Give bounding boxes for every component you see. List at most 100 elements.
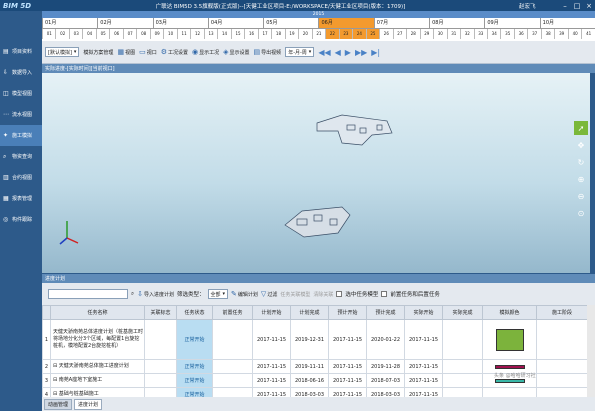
end-icon[interactable]: ▶| [371,48,380,57]
timeline-week[interactable]: 16 [244,29,257,39]
task-link-model-button[interactable]: 任务关联模型 [280,291,310,298]
column-header[interactable]: 计划开始 [252,305,291,320]
timeline-month[interactable]: 06月 [318,18,374,28]
color-cell[interactable] [482,319,537,360]
timeline-week[interactable]: 06 [109,29,122,39]
pan-icon[interactable]: ✥ [574,138,588,152]
search-input[interactable] [48,289,128,299]
column-header[interactable] [42,305,51,320]
timeline-week[interactable]: 01 [42,29,55,39]
close-icon[interactable]: × [583,0,595,11]
table-row[interactable]: 4 ⊟ 基础与桩基础施工 正常开始 2017-11-15 2018-03-03 2017-… [42,387,587,397]
timeline-week[interactable]: 18 [271,29,284,39]
export-video-button[interactable]: ▤ 导出视频 [254,48,282,56]
timeline-week[interactable]: 07 [122,29,136,39]
timeline-week[interactable]: 27 [392,29,406,39]
sidebar-item[interactable]: ▥ 合约视图 [0,167,42,188]
sidebar-item[interactable]: ✦ 施工模拟 [0,125,42,146]
timeline-month[interactable]: 01月 [42,18,97,28]
column-header[interactable]: 计划完成 [290,305,329,320]
timeline-week[interactable]: 41 [581,29,594,39]
timeline-week[interactable]: 13 [203,29,217,39]
column-header[interactable]: 模拟颜色 [482,305,537,320]
tab-schedule[interactable]: 进度计划 [74,398,103,410]
color-cell[interactable] [482,387,537,397]
filter-button[interactable]: ▽ 过滤 [261,290,277,298]
timeline-week[interactable]: 09 [149,29,163,39]
sidebar-item[interactable]: ▦ 报表管理 [0,188,42,209]
timeline-week[interactable]: 02 [55,29,68,39]
search-icon[interactable]: ⌕ [131,291,134,298]
timeline-week[interactable]: 10 [163,29,176,39]
timeline-week[interactable]: 14 [217,29,230,39]
timeline-week[interactable]: 39 [554,29,567,39]
show-work-button[interactable]: ◉ 显示工况 [192,48,219,56]
timeline-week[interactable]: 11 [176,29,190,39]
timeline-week[interactable]: 35 [500,29,513,39]
timeline-week[interactable]: 38 [540,29,554,39]
window-button[interactable]: ▭ 视口 [139,48,157,56]
timeline-week[interactable]: 28 [406,29,419,39]
timeline-week[interactable]: 37 [527,29,540,39]
select-icon[interactable]: ➚ [574,121,588,135]
column-header[interactable]: 实际完成 [442,305,483,320]
sidebar-item[interactable]: ◫ 模型视图 [0,83,42,104]
fast-forward-icon[interactable]: ▶▶ [355,48,367,57]
column-header[interactable]: 关联标志 [144,305,177,320]
3d-viewport[interactable] [42,73,590,273]
filter-type-select[interactable]: 全部 ▾ [207,289,229,299]
timeline-week[interactable]: 22 [325,29,339,39]
zoom-in-icon[interactable]: ⊕ [574,172,588,186]
timeline-week[interactable]: 12 [190,29,203,39]
tab-animation[interactable]: 动画管理 [44,398,73,410]
timeline-week[interactable]: 23 [338,29,353,39]
zoom-fit-icon[interactable]: ⊙ [574,206,588,220]
mode-select[interactable]: [默认模拟] ▾ [45,47,80,57]
check-select-task-model[interactable] [336,291,343,297]
timeline-week[interactable]: 17 [257,29,271,39]
user-name[interactable]: 赵宏飞 [519,2,559,10]
timeline-month[interactable]: 05月 [263,18,318,28]
timeline-week[interactable]: 08 [136,29,149,39]
zoom-out-icon[interactable]: ⊖ [574,189,588,203]
view-button[interactable]: ▦ 视图 [117,48,135,56]
sidebar-item[interactable]: ⌕ 物资查询 [0,146,42,167]
timeline-week[interactable]: 30 [433,29,446,39]
timeline-week[interactable]: 04 [82,29,95,39]
work-settings-button[interactable]: ⚙ 工况设置 [161,48,188,56]
rotate-icon[interactable]: ↻ [574,155,588,169]
sidebar-item[interactable]: ⇩ 数据导入 [0,62,42,83]
column-header[interactable]: 任务名称 [50,305,145,320]
timeline-month[interactable]: 03月 [152,18,208,28]
timeline-week[interactable]: 33 [473,29,487,39]
timeline[interactable]: 20 15 01月 02月 03月 04月 05月 06月 07月 08月 09月 10月 01 02… [42,11,595,41]
timeline-month[interactable]: 02月 [97,18,152,28]
timeline-week[interactable]: 15 [230,29,244,39]
timeline-month[interactable]: 08月 [429,18,484,28]
show-settings-button[interactable]: ◈ 显示设置 [223,48,249,56]
column-header[interactable]: 任务状态 [176,305,213,320]
timeline-week[interactable]: 24 [352,29,366,39]
import-schedule-button[interactable]: ⇩ 导入进度计划 [137,290,174,298]
timeline-month[interactable]: 04月 [207,18,263,28]
table-row[interactable]: 1 天健天骄南苑总体进度计划（桩基施工时将场地分化分3个区域，每配置1台旋挖桩机，… [42,319,587,360]
column-header[interactable]: 预计开始 [328,305,367,320]
timeline-week[interactable]: 40 [567,29,581,39]
timeline-week[interactable]: 03 [68,29,82,39]
timeline-month[interactable]: 07月 [373,18,429,28]
timeline-week[interactable]: 36 [513,29,527,39]
timeline-week[interactable]: 19 [284,29,298,39]
timeline-week[interactable]: 20 [298,29,311,39]
sidebar-item[interactable]: ⋯ 流水视图 [0,104,42,125]
prev-icon[interactable]: ◀ [335,48,341,57]
timeline-month[interactable]: 10月 [539,18,595,28]
timeline-month[interactable]: 09月 [484,18,539,28]
column-header[interactable]: 前置任务 [212,305,253,320]
timeline-week[interactable]: 32 [460,29,473,39]
column-header[interactable]: 实际开始 [404,305,443,320]
play-icon[interactable]: ▶ [345,48,351,57]
timeline-week[interactable]: 31 [446,29,460,39]
date-format-select[interactable]: 年-月-周 ▾ [285,47,315,57]
maximize-icon[interactable]: □ [571,0,583,11]
vertical-scrollbar[interactable] [587,305,595,397]
